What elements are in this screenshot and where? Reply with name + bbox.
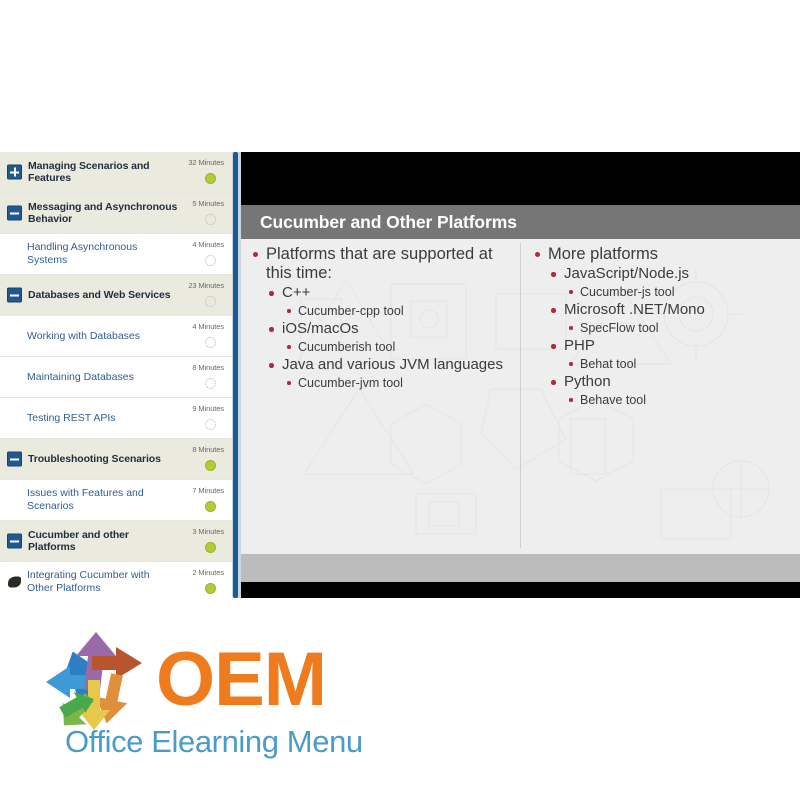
- status-incomplete-icon: [205, 214, 216, 225]
- slide-bullet-level-1: More platforms: [533, 245, 788, 264]
- slide-left-bullet-list: Platforms that are supported at this tim…: [251, 245, 519, 391]
- video-stage[interactable]: Cucumber and Other Platforms Platforms t…: [241, 152, 800, 598]
- sidebar-scrollbar-track[interactable]: [232, 152, 241, 598]
- status-incomplete-icon: [205, 255, 216, 266]
- presentation-slide: Cucumber and Other Platforms Platforms t…: [241, 205, 800, 582]
- slide-bullet-level-2: C++: [267, 284, 519, 302]
- status-complete-icon: [205, 501, 216, 512]
- curriculum-section-row[interactable]: Databases and Web Services 23 Minutes: [0, 275, 232, 316]
- collapse-icon[interactable]: [7, 533, 22, 549]
- slide-bullet-level-2: JavaScript/Node.js: [549, 265, 788, 283]
- curriculum-item-duration: 32 Minutes: [188, 158, 224, 167]
- slide-bullet-level-2: Microsoft .NET/Mono: [549, 301, 788, 319]
- column-divider: [520, 243, 521, 548]
- oem-tagline: Office Elearning Menu: [65, 724, 363, 759]
- curriculum-lesson-row[interactable]: Handling Asynchronous Systems 4 Minutes: [0, 234, 232, 275]
- current-lesson-icon: [8, 576, 21, 588]
- pinwheel-arrows-icon: [46, 632, 142, 730]
- slide-bullet-level-1: Platforms that are supported at this tim…: [251, 245, 519, 283]
- slide-bullet-level-3: Cucumberish tool: [285, 339, 519, 355]
- curriculum-item-title: Cucumber and other Platforms: [28, 528, 129, 554]
- curriculum-item-title: Integrating Cucumber with Other Platform…: [27, 569, 150, 594]
- status-incomplete-icon: [205, 296, 216, 307]
- slide-bullet-level-2: PHP: [549, 337, 788, 355]
- slide-bullet-level-2: Python: [549, 373, 788, 391]
- curriculum-section-row[interactable]: Messaging and Asynchronous Behavior 5 Min…: [0, 193, 232, 234]
- curriculum-item-duration: 4 Minutes: [192, 322, 224, 331]
- slide-right-bullet-list: More platforms JavaScript/Node.js Cucumber…: [533, 245, 788, 408]
- curriculum-lesson-row[interactable]: Maintaining Databases 8 Minutes: [0, 357, 232, 398]
- collapse-icon[interactable]: [7, 287, 22, 303]
- curriculum-item-duration: 2 Minutes: [192, 568, 224, 577]
- slide-footer-band: [241, 554, 800, 582]
- slide-bullet-level-3: Cucumber-js tool: [567, 284, 788, 300]
- slide-bullet-level-3: Behat tool: [567, 356, 788, 372]
- slide-bullet-level-3: Cucumber-cpp tool: [285, 303, 519, 319]
- curriculum-item-duration: 8 Minutes: [192, 363, 224, 372]
- curriculum-item-duration: 3 Minutes: [192, 527, 224, 536]
- slide-bullet-level-2: Java and various JVM languages: [267, 356, 519, 374]
- slide-bullet-level-3: SpecFlow tool: [567, 320, 788, 336]
- curriculum-item-duration: 5 Minutes: [192, 199, 224, 208]
- slide-title: Cucumber and Other Platforms: [260, 211, 517, 232]
- curriculum-item-title: Managing Scenarios and Features: [28, 159, 150, 185]
- curriculum-item-duration: 7 Minutes: [192, 486, 224, 495]
- curriculum-item-title: Messaging and Asynchronous Behavior: [28, 200, 178, 226]
- expand-icon[interactable]: [7, 164, 22, 180]
- slide-body: Platforms that are supported at this tim…: [241, 239, 800, 554]
- curriculum-section-row[interactable]: Managing Scenarios and Features 32 Minute…: [0, 152, 232, 193]
- course-curriculum-sidebar[interactable]: Managing Scenarios and Features 32 Minute…: [0, 152, 232, 598]
- status-complete-icon: [205, 460, 216, 471]
- curriculum-item-title: Testing REST APIs: [27, 411, 116, 424]
- sidebar-scrollbar-thumb[interactable]: [233, 152, 238, 598]
- collapse-icon[interactable]: [7, 205, 22, 221]
- slide-title-bar: Cucumber and Other Platforms: [241, 205, 800, 239]
- curriculum-section-row[interactable]: Cucumber and other Platforms 3 Minutes: [0, 521, 232, 562]
- oem-logo-block: OEM Office Elearning Menu: [0, 620, 800, 790]
- curriculum-item-title: Working with Databases: [27, 329, 141, 342]
- curriculum-item-duration: 4 Minutes: [192, 240, 224, 249]
- curriculum-item-title: Maintaining Databases: [27, 370, 134, 383]
- curriculum-lesson-row[interactable]: Testing REST APIs 9 Minutes: [0, 398, 232, 439]
- curriculum-item-title: Handling Asynchronous Systems: [27, 241, 138, 266]
- curriculum-item-duration: 8 Minutes: [192, 445, 224, 454]
- curriculum-lesson-row[interactable]: Working with Databases 4 Minutes: [0, 316, 232, 357]
- curriculum-item-title: Databases and Web Services: [28, 288, 171, 301]
- curriculum-lesson-row[interactable]: Integrating Cucumber with Other Platform…: [0, 562, 232, 598]
- status-incomplete-icon: [205, 378, 216, 389]
- curriculum-section-row[interactable]: Troubleshooting Scenarios 8 Minutes: [0, 439, 232, 480]
- slide-bullet-level-2: iOS/macOs: [267, 320, 519, 338]
- status-complete-icon: [205, 583, 216, 594]
- curriculum-item-title: Troubleshooting Scenarios: [28, 452, 161, 465]
- curriculum-item-duration: 9 Minutes: [192, 404, 224, 413]
- curriculum-item-title: Issues with Features and Scenarios: [27, 487, 144, 512]
- collapse-icon[interactable]: [7, 451, 22, 467]
- slide-bullet-level-3: Cucumber-jvm tool: [285, 375, 519, 391]
- oem-wordmark: OEM: [156, 637, 327, 722]
- slide-right-column: More platforms JavaScript/Node.js Cucumber…: [533, 245, 788, 409]
- status-incomplete-icon: [205, 419, 216, 430]
- status-complete-icon: [205, 173, 216, 184]
- status-incomplete-icon: [205, 337, 216, 348]
- course-player: Managing Scenarios and Features 32 Minute…: [0, 152, 800, 598]
- slide-left-column: Platforms that are supported at this tim…: [251, 245, 519, 392]
- curriculum-lesson-row[interactable]: Issues with Features and Scenarios 7 Minu…: [0, 480, 232, 521]
- status-complete-icon: [205, 542, 216, 553]
- curriculum-item-duration: 23 Minutes: [188, 281, 224, 290]
- slide-bullet-level-3: Behave tool: [567, 392, 788, 408]
